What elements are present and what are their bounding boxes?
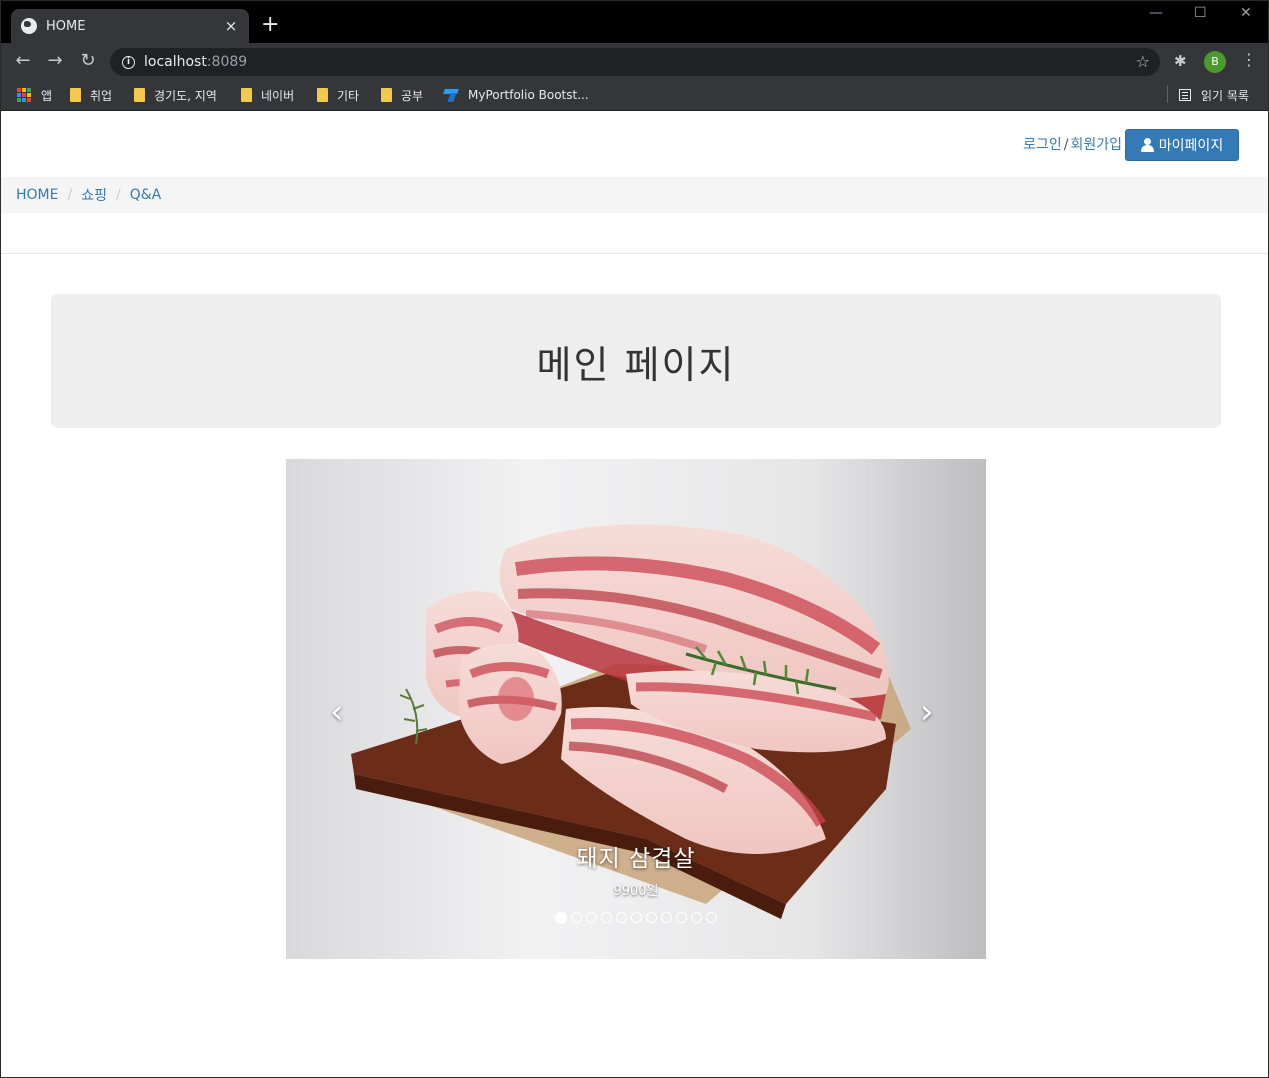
header-divider [1,253,1268,254]
bookmark-label: 앱 [41,88,53,103]
carousel-indicator-dot[interactable] [646,912,657,923]
window-close-button[interactable]: ✕ [1240,5,1252,21]
site-header: 로그인 / 회원가입 마이페이지 [1,112,1268,176]
back-arrow-icon[interactable]: ← [12,50,34,72]
more-menu-icon[interactable]: ⋮ [1241,50,1257,69]
bookmark-folder-region[interactable]: 경기도, 지역 [134,86,217,104]
bookmark-label: 취업 [90,88,113,103]
apps-grid-icon [17,88,31,102]
bookmark-label: 기타 [337,88,360,103]
auth-links: 로그인 / 회원가입 [1023,134,1122,154]
carousel-indicator-dot[interactable] [706,912,717,923]
profile-avatar[interactable]: B [1204,51,1226,73]
reading-list-label: 읽기 목록 [1201,88,1249,103]
folder-icon [241,88,252,102]
carousel-indicator-dot[interactable] [601,912,612,923]
bookmark-myportfolio[interactable]: MyPortfolio Bootst... [443,86,589,104]
maximize-button[interactable]: ☐ [1194,5,1207,21]
tab-title: HOME [46,18,86,34]
carousel-indicator-dot[interactable] [631,912,642,923]
web-page: 로그인/회원가입 마이페이지 HOME / 쇼핑 / Q&A 메인 페이지 [1,112,1268,1077]
bookmarks-bar: 앱 취업 경기도, 지역 네이버 기타 공부 MyPortfolio Boots… [1,80,1268,111]
bookmark-folder-jobs[interactable]: 취업 [70,86,112,104]
site-info-icon[interactable]: i [122,55,135,69]
breadcrumb-separator: / [67,187,73,203]
title-bar: HOME × + — ☐ ✕ [1,1,1268,43]
folder-icon [317,88,328,102]
folder-icon [70,88,81,102]
jumbotron: 메인 페이지 [51,294,1221,428]
myportfolio-logo-icon [443,88,459,102]
product-carousel[interactable]: ‹ › 돼지 삼겹살 9900원 [286,459,986,959]
reload-icon[interactable]: ↻ [77,50,99,72]
carousel-indicator-dot[interactable] [616,912,627,923]
bookmark-folder-etc[interactable]: 기타 [317,86,359,104]
breadcrumb-shopping[interactable]: 쇼핑 [81,185,107,205]
url-host: localhost [144,54,207,70]
url-port: :8089 [206,54,248,70]
bookmark-folder-study[interactable]: 공부 [381,86,423,104]
browser-window: HOME × + — ☐ ✕ ← → ↻ i localhost:8089 ☆ … [0,0,1269,1078]
new-tab-button[interactable]: + [261,13,279,37]
user-icon [1140,138,1154,152]
login-link[interactable]: 로그인 [1023,137,1062,153]
bookmark-label: 네이버 [261,88,295,103]
browser-tab[interactable]: HOME × [11,9,249,43]
browser-toolbar: ← → ↻ i localhost:8089 ☆ ✱ B ⋮ [1,43,1268,80]
bookmark-label: 경기도, 지역 [154,88,217,103]
bookmark-apps[interactable]: 앱 [17,86,52,104]
globe-icon [21,18,37,34]
address-bar[interactable]: i localhost:8089 ☆ [110,48,1160,76]
carousel-indicators [286,912,986,924]
breadcrumb-qna[interactable]: Q&A [130,187,162,203]
bookmark-label: MyPortfolio Bootst... [468,88,589,102]
mypage-label: 마이페이지 [1158,138,1224,154]
carousel-caption-title: 돼지 삼겹살 [576,846,696,872]
bookmarks-divider [1167,85,1168,103]
breadcrumb: HOME / 쇼핑 / Q&A [1,177,1268,213]
breadcrumb-home[interactable]: HOME [16,187,58,203]
carousel-indicator-dot[interactable] [571,912,582,923]
carousel-next-chevron-icon[interactable]: › [920,695,934,729]
folder-icon [134,88,145,102]
reading-list-icon [1179,89,1191,101]
carousel-indicator-dot[interactable] [676,912,687,923]
carousel-prev-chevron-icon[interactable]: ‹ [330,695,344,729]
carousel-indicator-dot[interactable] [661,912,672,923]
carousel-indicator-dot[interactable] [555,912,567,924]
carousel-indicator-dot[interactable] [586,912,597,923]
forward-arrow-icon[interactable]: → [44,50,66,72]
carousel-indicator-dot[interactable] [691,912,702,923]
bookmark-star-icon[interactable]: ☆ [1136,52,1150,71]
extensions-puzzle-icon[interactable]: ✱ [1174,52,1187,70]
signup-link[interactable]: 회원가입 [1070,137,1122,153]
folder-icon [381,88,392,102]
breadcrumb-separator: / [115,187,121,203]
bookmark-label: 공부 [401,88,424,103]
carousel-caption-price: 9900원 [613,884,659,899]
minimize-button[interactable]: — [1149,5,1163,21]
page-title: 메인 페이지 [536,342,736,387]
mypage-button[interactable]: 마이페이지 [1125,129,1239,161]
auth-separator: / [1063,137,1069,153]
tab-close-icon[interactable]: × [223,17,239,35]
bookmark-folder-naver[interactable]: 네이버 [241,86,294,104]
reading-list[interactable]: 읽기 목록 [1179,86,1249,104]
